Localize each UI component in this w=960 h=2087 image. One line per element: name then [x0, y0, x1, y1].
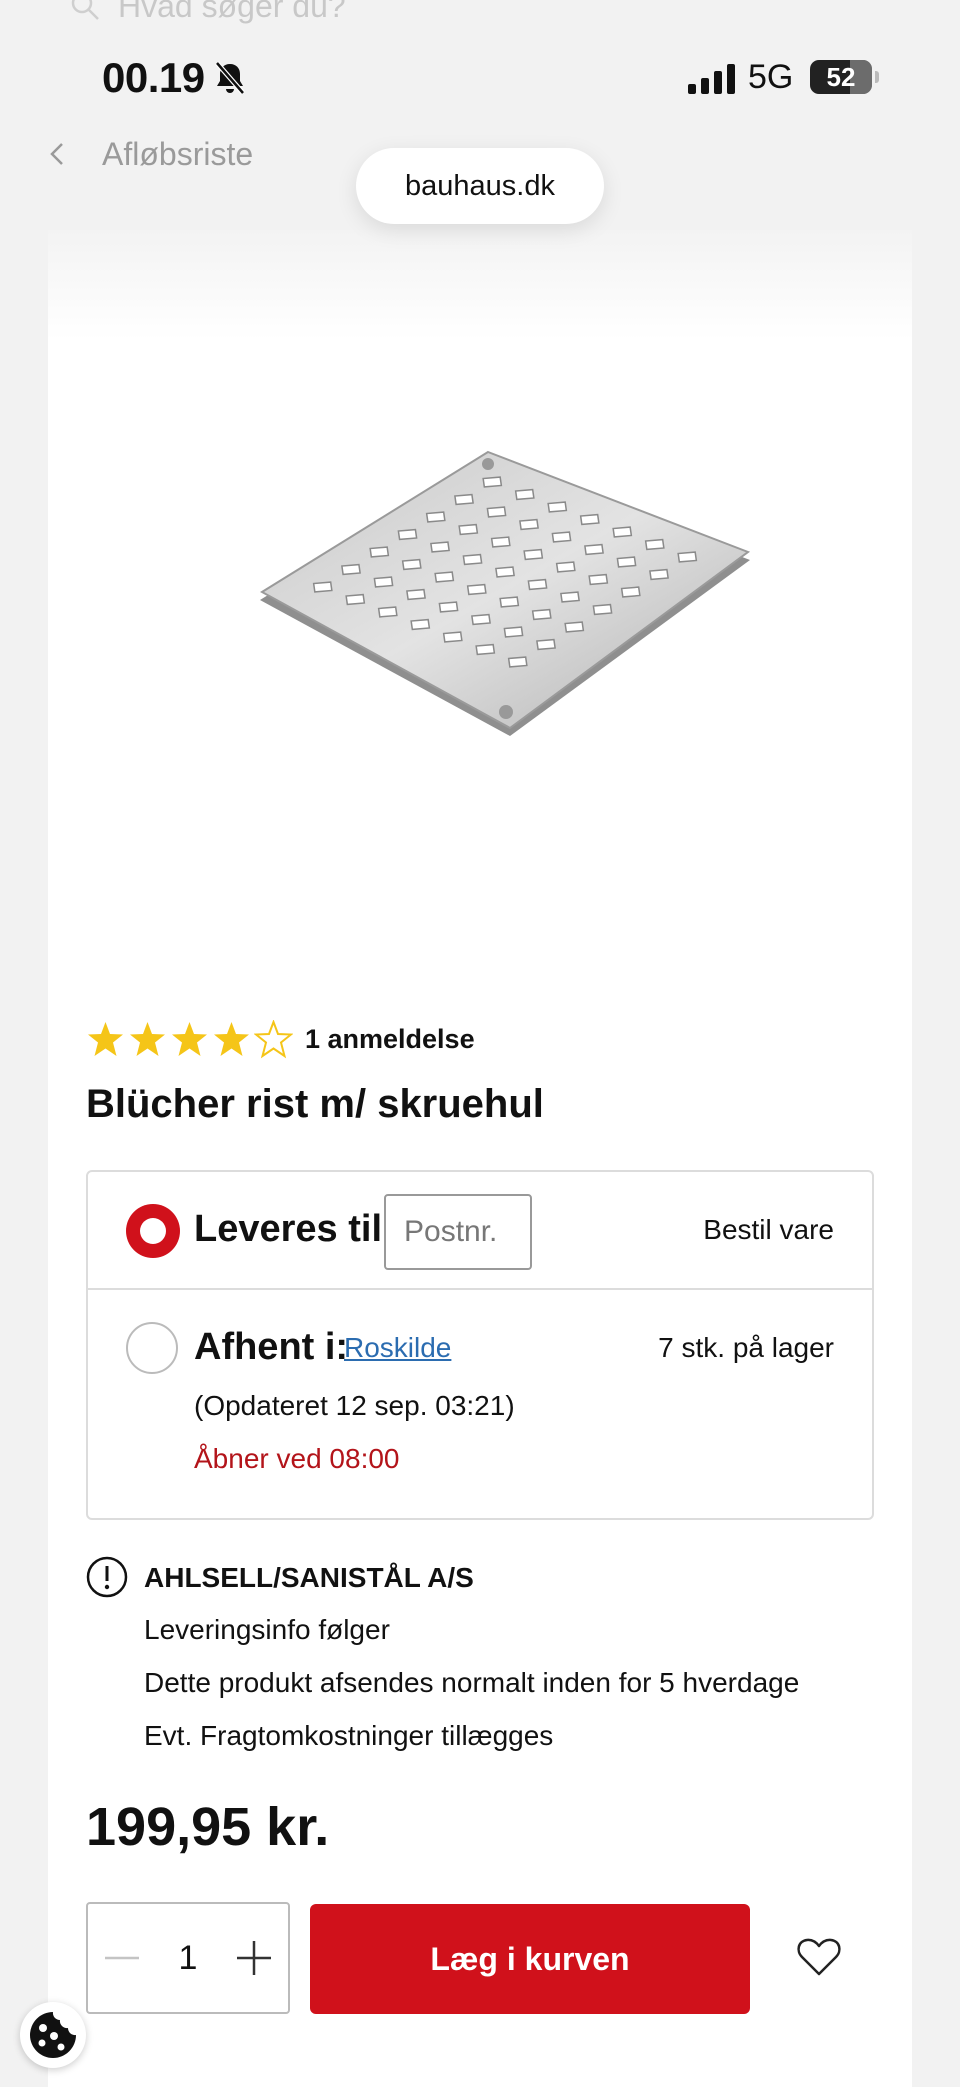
product-price: 199,95 kr. — [86, 1797, 330, 1857]
delivery-info-line: Dette produkt afsendes normalt inden for… — [144, 1667, 800, 1698]
store-link[interactable]: Roskilde — [344, 1332, 451, 1364]
quantity-increase-button[interactable] — [220, 1904, 288, 2012]
divider — [88, 1288, 872, 1290]
pickup-radio[interactable] — [126, 1322, 178, 1374]
battery-icon: 52 — [810, 60, 879, 94]
deliver-label: Leveres til: — [194, 1208, 395, 1250]
bell-muted-icon — [215, 61, 245, 95]
plus-icon — [237, 1941, 271, 1975]
star-empty-icon — [254, 1020, 293, 1059]
star-filled-icon — [214, 1022, 249, 1056]
breadcrumb[interactable]: Afløbsriste — [48, 134, 253, 174]
cookie-settings-button[interactable] — [20, 2002, 86, 2068]
product-rating[interactable]: 1 anmeldelse — [86, 1020, 475, 1059]
battery-level: 52 — [826, 61, 856, 92]
quantity-value[interactable]: 1 — [156, 1939, 220, 1978]
url-bar[interactable]: bauhaus.dk — [356, 148, 604, 224]
chevron-left-icon — [50, 143, 63, 165]
search-icon — [71, 0, 99, 20]
delivery-options: Leveres til: Bestil vare Afhent i: Roski… — [86, 1170, 874, 1520]
status-time: 00.19 — [102, 54, 205, 101]
star-filled-icon — [172, 1022, 207, 1056]
star-filled-icon — [88, 1022, 123, 1056]
delivery-info-line: Leveringsinfo følger — [144, 1614, 390, 1645]
delivery-info-line: Evt. Fragtomkostninger tillægges — [144, 1720, 554, 1751]
quantity-stepper: 1 — [86, 1902, 290, 2014]
signal-icon — [688, 64, 735, 94]
network-label: 5G — [748, 58, 794, 96]
status-bar: 00.19 5G 52 — [0, 50, 960, 110]
pickup-label: Afhent i: — [194, 1326, 349, 1368]
review-count[interactable]: 1 anmeldelse — [305, 1024, 475, 1055]
rating-stars — [86, 1020, 293, 1059]
deliver-radio[interactable] — [126, 1204, 180, 1258]
quantity-decrease-button[interactable] — [88, 1904, 156, 2012]
deliver-status: Bestil vare — [703, 1214, 834, 1245]
stock-status: 7 stk. på lager — [658, 1332, 834, 1363]
product-card: 1 anmeldelse Blücher rist m/ skruehul Le… — [48, 230, 912, 2087]
star-filled-icon — [130, 1022, 165, 1056]
cookie-icon — [30, 2012, 76, 2058]
minus-icon — [105, 1956, 139, 1960]
search-placeholder: Hvad søger du? — [118, 0, 346, 24]
add-to-cart-button[interactable]: Læg i kurven — [310, 1904, 750, 2014]
store-opening: Åbner ved 08:00 — [194, 1443, 400, 1474]
search-bar[interactable]: Hvad søger du? — [70, 0, 346, 26]
supplier-name: AHLSELL/SANISTÅL A/S — [144, 1562, 474, 1593]
product-title: Blücher rist m/ skruehul — [86, 1082, 544, 1126]
product-image — [260, 450, 751, 736]
breadcrumb-label: Afløbsriste — [102, 135, 254, 172]
info-exclamation-icon — [86, 1556, 128, 1598]
heart-icon[interactable] — [796, 1936, 842, 1978]
stock-updated: (Opdateret 12 sep. 03:21) — [194, 1390, 515, 1421]
postal-code-input[interactable] — [384, 1194, 532, 1270]
